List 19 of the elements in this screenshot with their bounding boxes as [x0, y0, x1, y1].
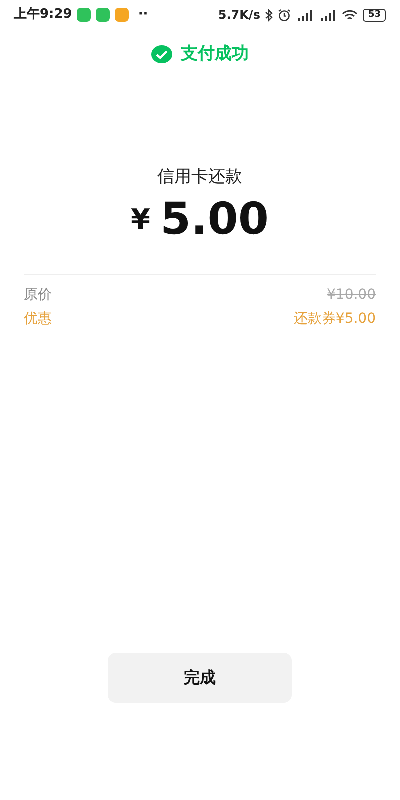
signal-icon [296, 8, 314, 22]
wifi-icon [342, 8, 358, 22]
detail-value: ¥10.00 [327, 286, 376, 305]
more-notifications: ·· [138, 6, 148, 24]
battery-indicator: 53 [363, 8, 386, 22]
payment-amount: 5.00 [160, 193, 270, 247]
payment-label: 信用卡还款 [156, 166, 244, 188]
detail-label: 优惠 [24, 310, 52, 329]
network-speed: 5.7K/s [218, 7, 260, 24]
signal-icon [319, 8, 338, 22]
detail-value: 还款券¥5.00 [294, 310, 376, 329]
currency-symbol: ¥ [130, 202, 150, 238]
payment-status-title: 支付成功 [181, 43, 249, 66]
done-button[interactable]: 完成 [108, 653, 292, 703]
success-check-icon [151, 44, 173, 65]
status-time: 上午9:29 [14, 6, 72, 24]
detail-label: 原价 [24, 286, 52, 305]
alarm-icon [278, 8, 292, 22]
bluetooth-icon [265, 8, 274, 22]
